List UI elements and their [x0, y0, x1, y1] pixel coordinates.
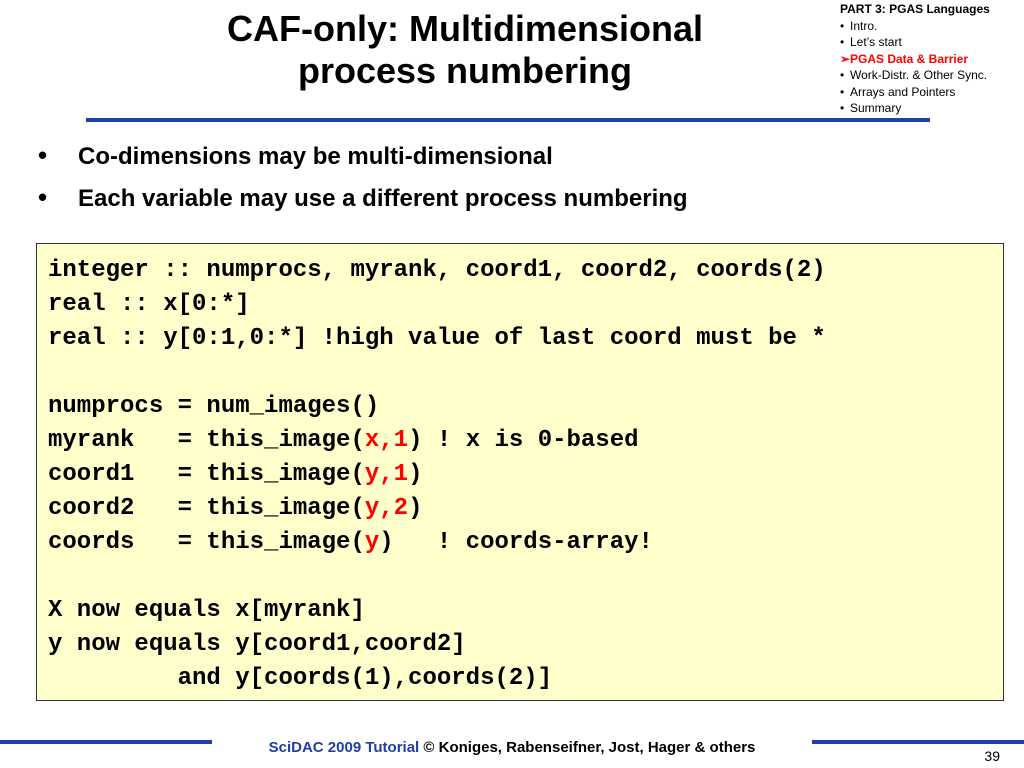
- title-divider: [86, 118, 930, 122]
- footer-divider-right: [812, 740, 1024, 744]
- bullet-icon: •: [840, 18, 845, 33]
- outline-item-label: Arrays and Pointers: [850, 84, 956, 99]
- footer-brand: SciDAC 2009 Tutorial: [268, 739, 420, 756]
- outline-item-label: Work-Distr. & Other Sync.: [850, 68, 988, 82]
- code-line: coord1 = this_image(y,1): [48, 458, 1003, 492]
- code-segment: ): [408, 461, 423, 488]
- page-number: 39: [984, 748, 1000, 764]
- outline-item-label: Let’s start: [850, 35, 902, 49]
- code-segment: myrank = this_image(: [48, 427, 365, 454]
- outline-heading: PART 3: PGAS Languages: [840, 2, 990, 16]
- bullet-icon: •: [38, 182, 48, 212]
- footer-credits: SciDAC 2009 Tutorial © Koniges, Rabensei…: [212, 739, 812, 756]
- bullet-list: • Co-dimensions may be multi-dimensional…: [38, 140, 938, 224]
- code-highlight: y,1: [364, 461, 409, 488]
- code-segment: ) ! coords-array!: [379, 529, 653, 556]
- bullet-text: Co-dimensions may be multi-dimensional: [78, 143, 553, 170]
- code-highlight: y,2: [364, 495, 409, 522]
- code-segment: ) ! x is 0-based: [408, 427, 639, 454]
- bullet-icon: •: [840, 84, 845, 99]
- code-highlight: x,1: [364, 427, 409, 454]
- outline-item-label: Summary: [850, 101, 902, 115]
- outline-item-lets-start: • Let’s start: [840, 34, 1024, 51]
- code-segment: coord1 = this_image(: [48, 461, 365, 488]
- code-segment: coord2 = this_image(: [48, 495, 365, 522]
- code-segment: ): [408, 495, 423, 522]
- code-segment: coords = this_image(: [48, 529, 365, 556]
- outline-item-work-distr: • Work-Distr. & Other Sync.: [840, 67, 1024, 84]
- bullet-item: • Each variable may use a different proc…: [38, 182, 938, 224]
- footer-authors: © Koniges, Rabenseifner, Jost, Hager & o…: [419, 739, 756, 756]
- slide-title-line-2: process numbering: [297, 50, 633, 91]
- slide-title-line-1: CAF-only: Multidimensional: [227, 8, 703, 49]
- code-highlight: y: [364, 529, 380, 556]
- bullet-icon: •: [840, 68, 845, 82]
- code-line: and y[coords(1),coords(2)]: [48, 665, 553, 692]
- code-line: y now equals y[coord1,coord2]: [48, 631, 466, 658]
- slide-title: CAF-only: Multidimensional process numbe…: [140, 8, 790, 92]
- bullet-icon: •: [840, 101, 845, 115]
- outline-item-label: PGAS Data & Barrier: [850, 51, 969, 66]
- code-line: myrank = this_image(x,1) ! x is 0-based: [48, 424, 1003, 458]
- outline-item-intro: • Intro.: [840, 18, 1024, 35]
- code-line: coords = this_image(y) ! coords-array!: [48, 526, 1003, 560]
- code-line: integer :: numprocs, myrank, coord1, coo…: [48, 257, 826, 284]
- outline-item-arrays-pointers: • Arrays and Pointers: [840, 84, 1024, 101]
- code-line: coord2 = this_image(y,2): [48, 492, 1003, 526]
- code-line: X now equals x[myrank]: [48, 597, 365, 624]
- section-outline: PART 3: PGAS Languages • Intro. • Let’s …: [840, 1, 1024, 117]
- bullet-icon: •: [38, 140, 48, 170]
- outline-item-summary: • Summary: [840, 100, 1024, 117]
- bullet-icon: •: [840, 35, 845, 49]
- code-line: real :: y[0:1,0:*] !high value of last c…: [48, 325, 826, 352]
- bullet-item: • Co-dimensions may be multi-dimensional: [38, 140, 938, 182]
- code-example-box: integer :: numprocs, myrank, coord1, coo…: [36, 243, 1004, 701]
- outline-item-label: Intro.: [850, 18, 878, 33]
- code-line: real :: x[0:*]: [48, 291, 250, 318]
- bullet-text: Each variable may use a different proces…: [78, 185, 688, 212]
- footer-divider-left: [0, 740, 212, 744]
- outline-item-pgas-data-barrier: ➢ PGAS Data & Barrier: [840, 51, 1024, 68]
- code-line: numprocs = num_images(): [48, 393, 380, 420]
- arrow-bullet-icon: ➢: [840, 51, 851, 66]
